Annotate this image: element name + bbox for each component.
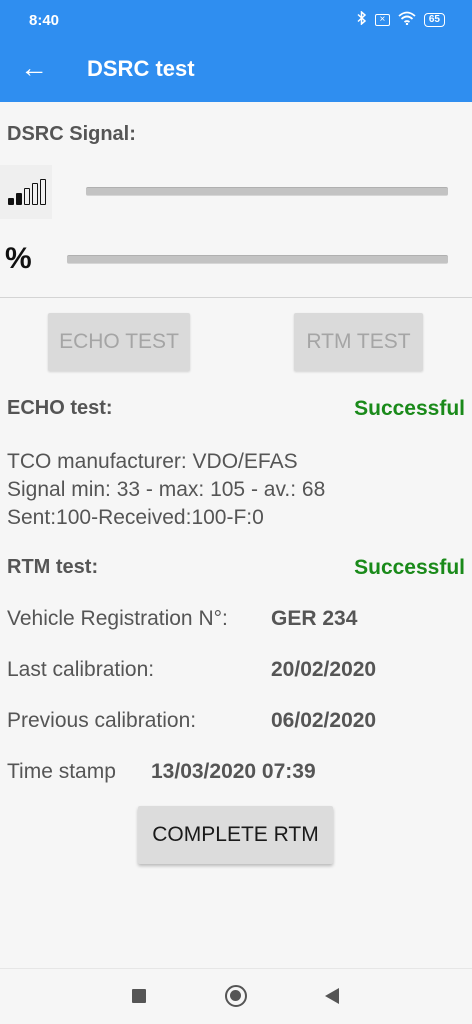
bluetooth-icon [357, 10, 367, 28]
previous-calibration-value: 06/02/2020 [271, 709, 377, 732]
wifi-icon [398, 11, 416, 28]
vehicle-registration-label: Vehicle Registration N°: [7, 607, 228, 630]
previous-calibration-label: Previous calibration: [7, 709, 197, 732]
tco-manufacturer: TCO manufacturer: VDO/EFAS [7, 450, 298, 473]
time-stamp-label: Time stamp [7, 760, 116, 783]
nav-back-icon[interactable] [325, 988, 339, 1004]
last-calibration-label: Last calibration: [7, 658, 155, 681]
echo-test-button[interactable]: ECHO TEST [48, 313, 190, 371]
divider [0, 297, 472, 298]
back-arrow-icon[interactable]: ← [18, 50, 50, 86]
signal-strength-icon [8, 179, 46, 205]
signal-strength-bar [86, 187, 448, 196]
status-time: 8:40 [29, 12, 60, 29]
last-calibration-value: 20/02/2020 [271, 658, 377, 681]
battery-icon: 65 [423, 12, 445, 27]
echo-test-heading: ECHO test: [7, 397, 113, 419]
signal-percent-bar [67, 255, 448, 264]
rtm-status: Successful [354, 556, 465, 579]
percent-icon: % [5, 242, 32, 275]
complete-rtm-button[interactable]: COMPLETE RTM [138, 806, 333, 864]
echo-status: Successful [354, 397, 465, 420]
status-icons: × 65 [357, 10, 445, 28]
rtm-test-heading: RTM test: [7, 556, 99, 578]
vehicle-registration-value: GER 234 [271, 607, 358, 630]
dsrc-signal-heading: DSRC Signal: [7, 123, 136, 145]
packet-stats: Sent:100-Received:100-F:0 [7, 506, 264, 529]
recents-icon[interactable] [132, 989, 146, 1003]
page-title: DSRC test [87, 56, 195, 81]
navigation-bar [0, 968, 472, 1024]
home-icon[interactable] [225, 985, 247, 1007]
signal-stats: Signal min: 33 - max: 105 - av.: 68 [7, 478, 326, 501]
app-bar: ← DSRC test [0, 36, 472, 102]
rtm-test-button[interactable]: RTM TEST [294, 313, 423, 371]
status-bar: 8:40 × 65 [0, 0, 472, 36]
time-stamp-value: 13/03/2020 07:39 [151, 760, 316, 783]
sim-icon: × [374, 13, 390, 26]
